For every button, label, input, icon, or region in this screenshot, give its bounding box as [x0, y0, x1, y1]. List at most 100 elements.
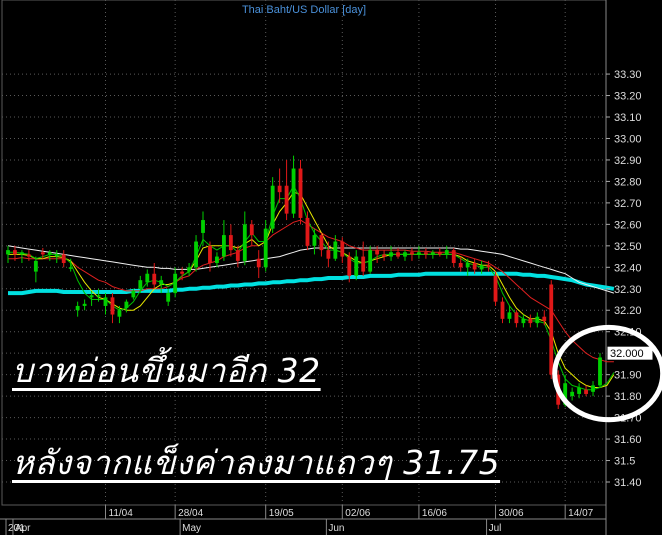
x-tick-label: 30/06 [499, 508, 524, 519]
candle-body [319, 235, 324, 251]
candle-body [221, 235, 226, 257]
candle-body [591, 385, 595, 392]
candle-body [194, 241, 198, 268]
chart-title: Thai Baht/US Dollar [day] [242, 4, 366, 16]
candle-body [528, 318, 533, 324]
candle-body [215, 256, 219, 264]
candle-body [521, 318, 526, 324]
y-tick-label: 31.5 [614, 456, 635, 468]
candle-body [472, 263, 477, 270]
candle-body [145, 273, 150, 283]
candle-body [396, 252, 400, 257]
candle-body [173, 273, 178, 294]
candle-body [54, 254, 59, 257]
y-tick-label: 31.60 [614, 434, 642, 446]
candle-body [500, 301, 505, 319]
candle-body [598, 357, 602, 386]
month-label: Apr [15, 523, 31, 534]
candle-body [451, 250, 456, 264]
y-tick-label: 32.20 [614, 305, 642, 317]
candle-body [131, 290, 136, 298]
candle-body [20, 252, 24, 255]
y-tick-label: 33.30 [614, 69, 642, 81]
candle-body [507, 312, 512, 319]
candle-body [410, 252, 414, 255]
candle-body [152, 273, 157, 285]
candle-body [277, 185, 282, 193]
plot-frame [1, 0, 607, 506]
candle-body [417, 252, 421, 255]
chart-window: { "chart_data": { "type": "candlestick",… [0, 0, 662, 535]
indicator-line [7, 245, 615, 294]
candle-body [166, 293, 171, 302]
candle-body [312, 235, 317, 246]
candle-body [242, 224, 247, 261]
month-label: Jun [328, 523, 344, 534]
candle-body [75, 305, 80, 311]
price-axis: 31.4031.531.6031.7031.8031.903232.1032.2… [606, 69, 642, 489]
candle-body [159, 280, 164, 285]
candle-body [375, 250, 380, 255]
candle-body [354, 256, 359, 276]
candle-body [382, 254, 387, 257]
candle-body [208, 245, 212, 264]
candle-body [542, 316, 547, 321]
candle-body [291, 168, 296, 214]
candle-body [263, 228, 268, 268]
x-tick-label: 16/06 [422, 508, 447, 519]
candle-body [465, 263, 470, 268]
candle-body [180, 271, 185, 274]
candle-body [96, 295, 101, 297]
y-tick-label: 33.10 [614, 112, 642, 124]
candle-body [284, 185, 289, 214]
y-tick-label: 32.70 [614, 198, 642, 210]
y-tick-label: 31.80 [614, 391, 642, 403]
candle-body [249, 224, 254, 236]
candle-body [570, 391, 575, 397]
candle-body [347, 256, 352, 276]
last-price-label: 32.000 [610, 348, 644, 360]
candle-body [389, 252, 393, 257]
candle-body [423, 252, 428, 255]
candle-body [47, 252, 52, 255]
candle-body [326, 250, 331, 259]
annotation-line-2: หลังจากแข็งค่าลงมาแถวๆ 31.75 [12, 443, 501, 482]
candle-body [6, 250, 10, 255]
candle-body [117, 310, 122, 317]
candle-body [270, 185, 275, 229]
candle-body [486, 265, 491, 268]
candle-body [403, 252, 407, 257]
candle-body [201, 220, 205, 233]
candle-body [305, 217, 310, 246]
x-tick-label: 28/04 [178, 508, 203, 519]
y-tick-label: 32.90 [614, 155, 642, 167]
candle-body [124, 301, 129, 309]
candle-body [479, 265, 484, 270]
candle-body [535, 316, 540, 324]
candle-body [437, 252, 442, 255]
candle-body [82, 303, 87, 306]
y-tick-label: 31.40 [614, 477, 642, 489]
candle-body [298, 168, 303, 218]
y-tick-label: 32.50 [614, 241, 642, 253]
candle-body [138, 280, 143, 289]
y-tick-label: 33.00 [614, 133, 642, 145]
candle-body [368, 250, 373, 272]
month-label: May [182, 523, 201, 534]
x-tick-label: 02/06 [345, 508, 370, 519]
y-tick-label: 32.60 [614, 219, 642, 231]
x-tick-label: 19/05 [269, 508, 294, 519]
candle-body [89, 295, 94, 298]
candle-body [187, 267, 191, 272]
y-tick-label: 33.20 [614, 91, 642, 103]
candle-body [26, 254, 31, 257]
candle-body [340, 241, 345, 257]
candle-body [68, 267, 73, 269]
candle-body [61, 254, 66, 264]
candle-body [444, 250, 449, 255]
y-tick-label: 32.80 [614, 176, 642, 188]
candle-body [33, 260, 38, 272]
candle-body [103, 297, 108, 306]
candle-body [235, 250, 240, 261]
candle-body [493, 275, 498, 302]
